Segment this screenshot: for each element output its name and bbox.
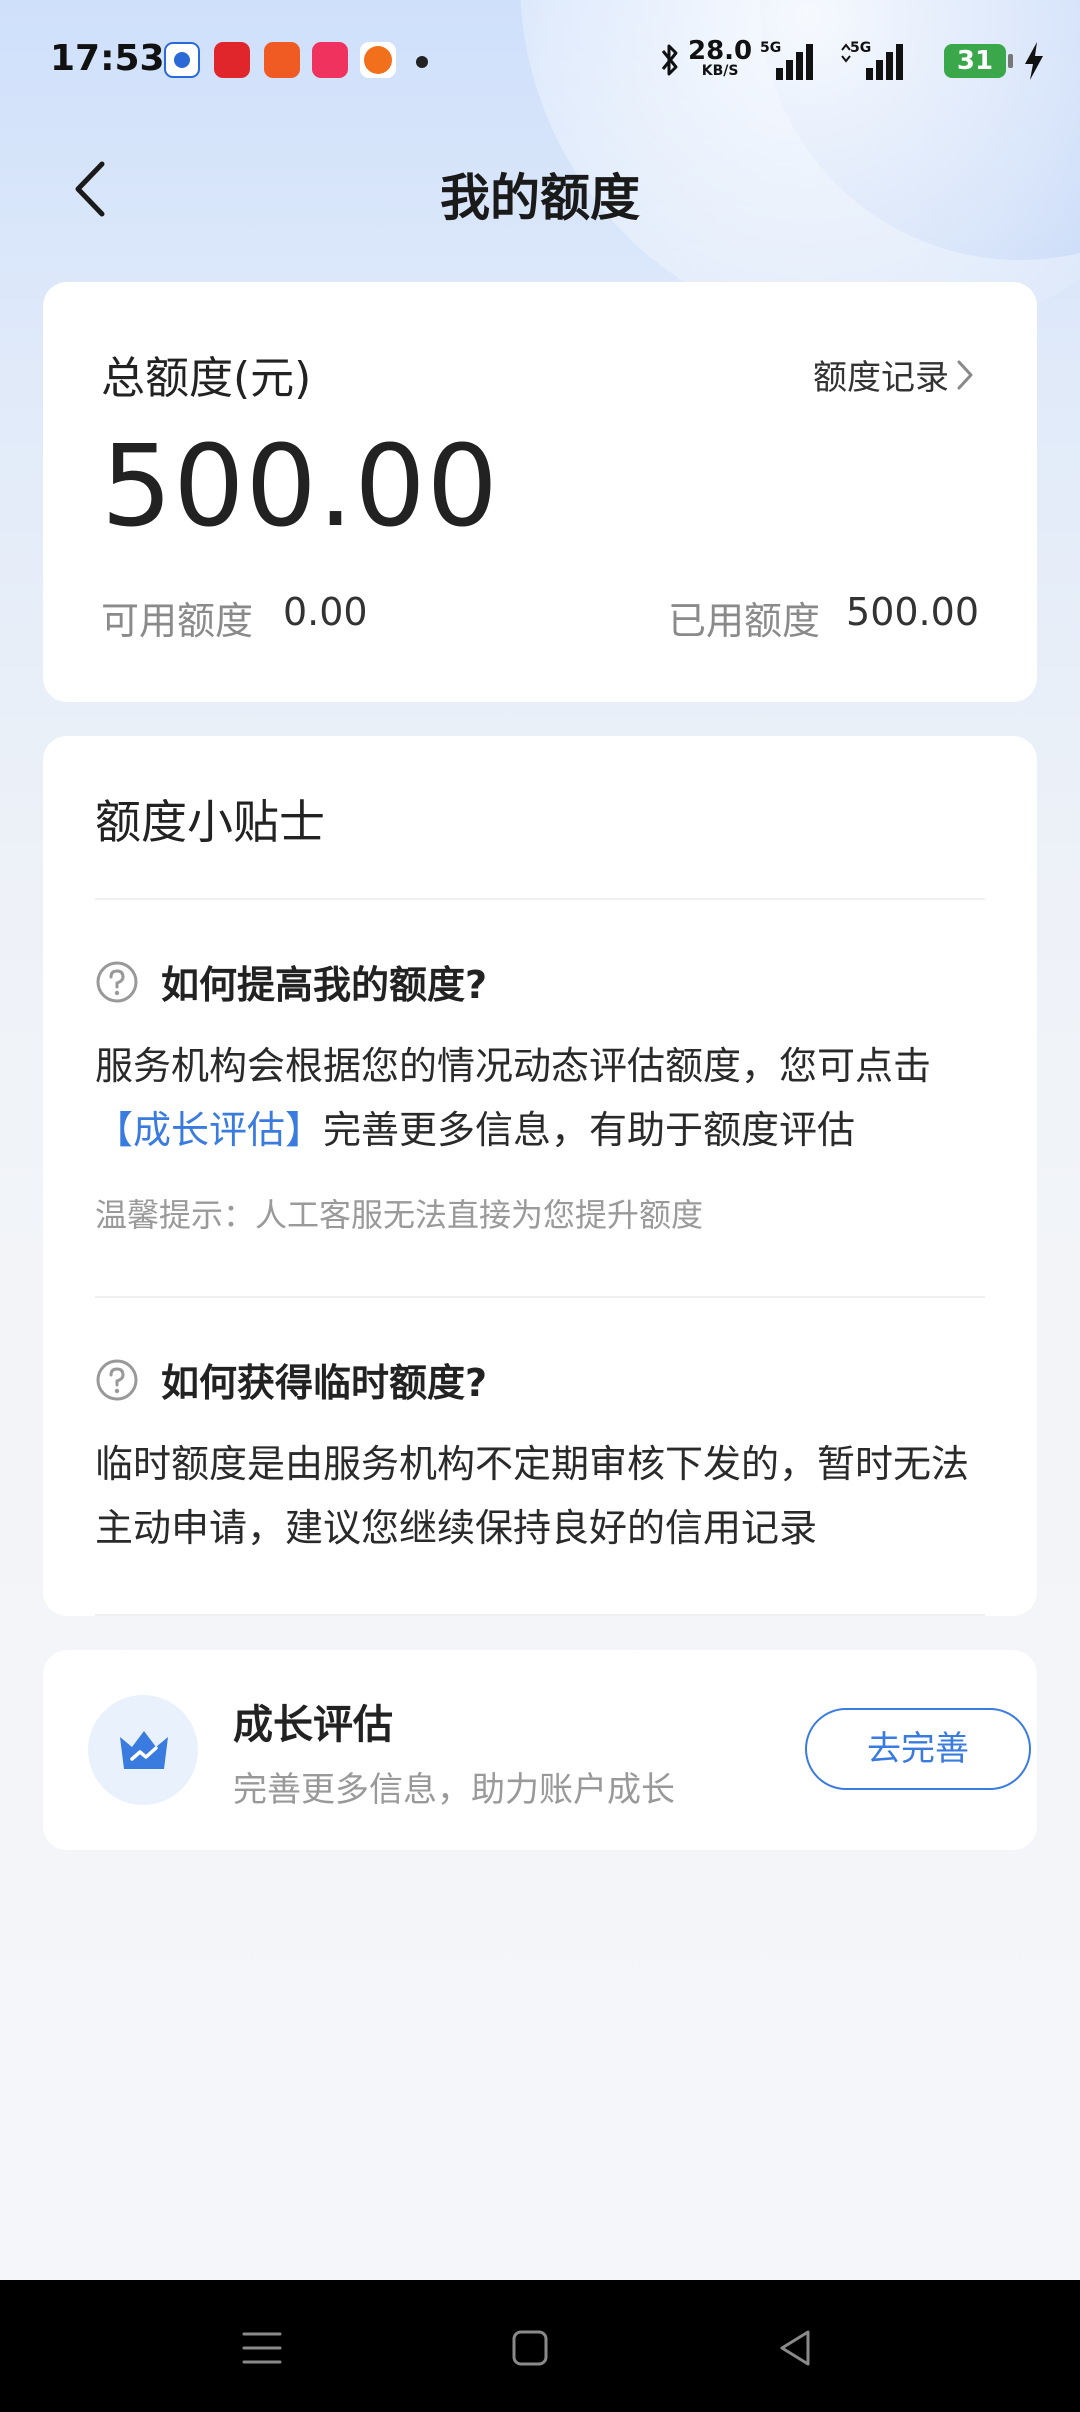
divider xyxy=(95,1614,985,1616)
quota-record-link[interactable]: 额度记录 xyxy=(813,350,975,399)
question-circle-icon xyxy=(96,961,138,1002)
used-quota-label: 已用额度 xyxy=(668,599,821,643)
network-type-label: 5G xyxy=(850,40,872,56)
quota-record-label: 额度记录 xyxy=(813,358,949,398)
faq-answer-2: 临时额度是由服务机构不定期审核下发的，暂时无法主动申请，建议您继续保持良好的信用… xyxy=(95,1442,970,1550)
faq-question-2: 如何获得临时额度? xyxy=(95,1352,487,1407)
network-type-label: 5G xyxy=(760,40,782,56)
used-quota: 已用额度 500.00 xyxy=(668,590,979,645)
network-speed-value: 28.0 xyxy=(688,36,753,66)
signal-strength-2: 5G xyxy=(840,40,910,86)
available-quota-value: 0.00 xyxy=(283,590,368,634)
video-app-icon xyxy=(312,42,348,78)
battery-level: 31 xyxy=(944,44,1006,78)
total-quota-label: 总额度(元) xyxy=(101,353,312,404)
complete-info-button[interactable]: 去完善 xyxy=(805,1708,1031,1790)
faq-hint: 温馨提示：人工客服无法直接为您提升额度 xyxy=(95,1196,704,1234)
growth-title: 成长评估 xyxy=(233,1702,393,1748)
page-title: 我的额度 xyxy=(440,169,640,227)
available-quota-label: 可用额度 xyxy=(101,599,254,643)
faq-answer-1-part2: 完善更多信息，有助于额度评估 xyxy=(323,1108,856,1152)
faq-question-2-text: 如何获得临时额度? xyxy=(161,1361,488,1405)
back-triangle-icon[interactable] xyxy=(772,2324,820,2372)
bluetooth-icon xyxy=(661,44,678,76)
taobao-app-icon xyxy=(360,42,396,78)
divider xyxy=(95,1296,985,1298)
faq-question-1-text: 如何提高我的额度? xyxy=(161,963,488,1007)
growth-evaluation-link[interactable]: 【成长评估】 xyxy=(95,1108,323,1152)
home-square-icon[interactable] xyxy=(506,2324,554,2372)
question-circle-icon xyxy=(96,1359,138,1400)
network-speed-unit: KB/S xyxy=(701,63,739,79)
more-notifications-dot-icon xyxy=(416,56,428,68)
growth-crown-icon xyxy=(120,1731,168,1769)
page-header: 我的额度 xyxy=(0,130,1080,250)
growth-icon-badge xyxy=(88,1695,198,1805)
used-quota-value: 500.00 xyxy=(846,590,979,634)
total-quota-value: 500.00 xyxy=(101,422,499,552)
quota-summary-card: 总额度(元) 额度记录 500.00 可用额度 0.00 已用额度 500.00 xyxy=(43,282,1037,702)
shopping-app-icon xyxy=(264,42,300,78)
signal-strength-1: 5G xyxy=(760,40,820,86)
faq-answer-1-part1: 服务机构会根据您的情况动态评估额度，您可点击 xyxy=(95,1044,932,1088)
status-time: 17:53 xyxy=(50,38,165,79)
tips-title: 额度小贴士 xyxy=(95,795,325,849)
growth-evaluation-card: 成长评估 完善更多信息，助力账户成长 去完善 xyxy=(43,1650,1037,1850)
quota-tips-card: 额度小贴士 如何提高我的额度? 服务机构会根据您的情况动态评估额度，您可点击【成… xyxy=(43,736,1037,1616)
network-speed: 28.0 KB/S xyxy=(688,38,752,78)
cloud-pay-app-icon xyxy=(214,42,250,78)
status-bar: 17:53 28.0 KB/S 5G 5G 31 xyxy=(0,0,1080,120)
chevron-right-icon xyxy=(957,360,973,389)
status-indicators: 28.0 KB/S 5G 5G 31 xyxy=(600,0,1080,120)
menu-icon[interactable] xyxy=(238,2324,286,2372)
faq-answer-1: 服务机构会根据您的情况动态评估额度，您可点击【成长评估】完善更多信息，有助于额度… xyxy=(95,1034,995,1162)
system-navigation-bar xyxy=(0,2280,1080,2412)
faq-question-1: 如何提高我的额度? xyxy=(95,954,487,1009)
bank-app-icon xyxy=(164,42,200,78)
growth-subtitle: 完善更多信息，助力账户成长 xyxy=(233,1770,675,1810)
charging-bolt-icon xyxy=(1025,42,1043,80)
divider xyxy=(95,898,985,900)
battery-cap xyxy=(1008,54,1013,68)
